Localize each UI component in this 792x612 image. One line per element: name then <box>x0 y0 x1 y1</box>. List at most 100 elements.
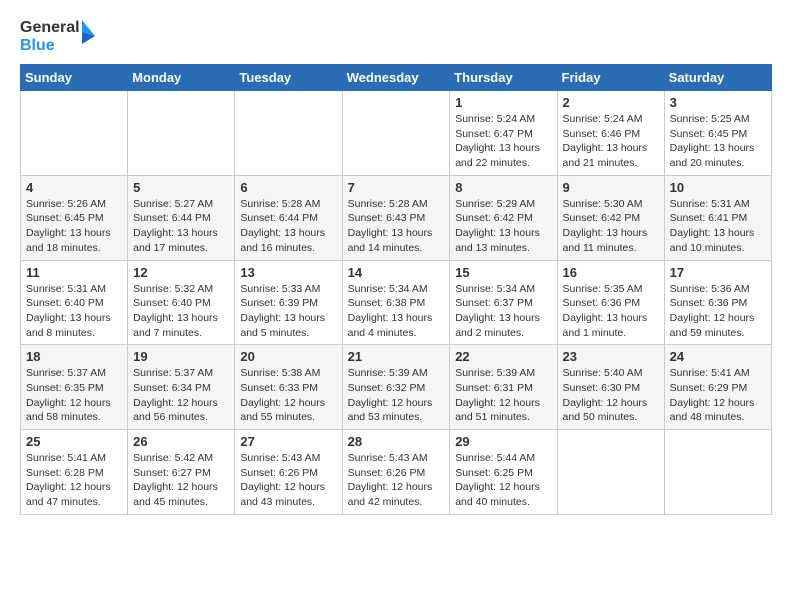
calendar-cell: 6 Sunrise: 5:28 AM Sunset: 6:44 PM Daylig… <box>235 175 342 260</box>
day-number: 18 <box>26 349 122 364</box>
calendar-cell <box>235 91 342 176</box>
calendar-cell: 4 Sunrise: 5:26 AM Sunset: 6:45 PM Daylig… <box>21 175 128 260</box>
calendar-week-1: 1Sunrise: 5:24 AM Sunset: 6:47 PM Daylig… <box>21 91 772 176</box>
weekday-header-row: SundayMondayTuesdayWednesdayThursdayFrid… <box>21 65 772 91</box>
calendar-cell: 18 Sunrise: 5:37 AM Sunset: 6:35 PM Dayli… <box>21 345 128 430</box>
calendar-cell: 20 Sunrise: 5:38 AM Sunset: 6:33 PM Dayli… <box>235 345 342 430</box>
day-detail: Sunrise: 5:34 AM Sunset: 6:37 PM Dayligh… <box>455 282 551 341</box>
day-number: 2 <box>563 95 659 110</box>
calendar-cell <box>342 91 450 176</box>
calendar-cell: 9Sunrise: 5:30 AM Sunset: 6:42 PM Daylig… <box>557 175 664 260</box>
calendar-cell <box>21 91 128 176</box>
day-detail: Sunrise: 5:39 AM Sunset: 6:32 PM Dayligh… <box>348 366 445 425</box>
calendar-cell: 24Sunrise: 5:41 AM Sunset: 6:29 PM Dayli… <box>664 345 771 430</box>
calendar-cell: 7 Sunrise: 5:28 AM Sunset: 6:43 PM Daylig… <box>342 175 450 260</box>
calendar-cell: 13Sunrise: 5:33 AM Sunset: 6:39 PM Dayli… <box>235 260 342 345</box>
day-number: 26 <box>133 434 229 449</box>
day-detail: Sunrise: 5:28 AM Sunset: 6:43 PM Dayligh… <box>348 197 445 256</box>
day-detail: Sunrise: 5:41 AM Sunset: 6:28 PM Dayligh… <box>26 451 122 510</box>
calendar-cell: 19 Sunrise: 5:37 AM Sunset: 6:34 PM Dayli… <box>128 345 235 430</box>
svg-text:General: General <box>20 19 80 36</box>
day-detail: Sunrise: 5:37 AM Sunset: 6:35 PM Dayligh… <box>26 366 122 425</box>
calendar-cell: 16 Sunrise: 5:35 AM Sunset: 6:36 PM Dayli… <box>557 260 664 345</box>
calendar-cell <box>664 430 771 515</box>
weekday-header-saturday: Saturday <box>664 65 771 91</box>
weekday-header-thursday: Thursday <box>450 65 557 91</box>
calendar-week-2: 4 Sunrise: 5:26 AM Sunset: 6:45 PM Daylig… <box>21 175 772 260</box>
calendar-cell: 3 Sunrise: 5:25 AM Sunset: 6:45 PM Daylig… <box>664 91 771 176</box>
calendar-cell: 22Sunrise: 5:39 AM Sunset: 6:31 PM Dayli… <box>450 345 557 430</box>
day-detail: Sunrise: 5:24 AM Sunset: 6:46 PM Dayligh… <box>563 112 659 171</box>
day-detail: Sunrise: 5:27 AM Sunset: 6:44 PM Dayligh… <box>133 197 229 256</box>
calendar-cell <box>128 91 235 176</box>
svg-text:Blue: Blue <box>20 37 55 54</box>
calendar-cell: 25 Sunrise: 5:41 AM Sunset: 6:28 PM Dayli… <box>21 430 128 515</box>
day-detail: Sunrise: 5:29 AM Sunset: 6:42 PM Dayligh… <box>455 197 551 256</box>
calendar-cell: 8 Sunrise: 5:29 AM Sunset: 6:42 PM Daylig… <box>450 175 557 260</box>
calendar-header: SundayMondayTuesdayWednesdayThursdayFrid… <box>21 65 772 91</box>
day-number: 6 <box>240 180 336 195</box>
calendar-body: 1Sunrise: 5:24 AM Sunset: 6:47 PM Daylig… <box>21 91 772 515</box>
logo: GeneralBlue <box>20 16 100 56</box>
day-number: 16 <box>563 265 659 280</box>
weekday-header-tuesday: Tuesday <box>235 65 342 91</box>
day-detail: Sunrise: 5:37 AM Sunset: 6:34 PM Dayligh… <box>133 366 229 425</box>
calendar-cell: 29 Sunrise: 5:44 AM Sunset: 6:25 PM Dayli… <box>450 430 557 515</box>
calendar-cell: 5 Sunrise: 5:27 AM Sunset: 6:44 PM Daylig… <box>128 175 235 260</box>
calendar-cell: 23Sunrise: 5:40 AM Sunset: 6:30 PM Dayli… <box>557 345 664 430</box>
day-detail: Sunrise: 5:38 AM Sunset: 6:33 PM Dayligh… <box>240 366 336 425</box>
day-detail: Sunrise: 5:35 AM Sunset: 6:36 PM Dayligh… <box>563 282 659 341</box>
calendar-week-4: 18 Sunrise: 5:37 AM Sunset: 6:35 PM Dayli… <box>21 345 772 430</box>
weekday-header-wednesday: Wednesday <box>342 65 450 91</box>
calendar-cell: 15 Sunrise: 5:34 AM Sunset: 6:37 PM Dayli… <box>450 260 557 345</box>
day-number: 11 <box>26 265 122 280</box>
day-detail: Sunrise: 5:31 AM Sunset: 6:40 PM Dayligh… <box>26 282 122 341</box>
day-number: 8 <box>455 180 551 195</box>
day-number: 17 <box>670 265 766 280</box>
calendar-cell <box>557 430 664 515</box>
day-detail: Sunrise: 5:26 AM Sunset: 6:45 PM Dayligh… <box>26 197 122 256</box>
calendar-cell: 28Sunrise: 5:43 AM Sunset: 6:26 PM Dayli… <box>342 430 450 515</box>
day-number: 29 <box>455 434 551 449</box>
calendar-cell: 11 Sunrise: 5:31 AM Sunset: 6:40 PM Dayli… <box>21 260 128 345</box>
calendar-week-5: 25 Sunrise: 5:41 AM Sunset: 6:28 PM Dayli… <box>21 430 772 515</box>
day-detail: Sunrise: 5:42 AM Sunset: 6:27 PM Dayligh… <box>133 451 229 510</box>
day-detail: Sunrise: 5:39 AM Sunset: 6:31 PM Dayligh… <box>455 366 551 425</box>
header: GeneralBlue <box>20 16 772 56</box>
day-number: 15 <box>455 265 551 280</box>
day-number: 4 <box>26 180 122 195</box>
calendar-cell: 2 Sunrise: 5:24 AM Sunset: 6:46 PM Daylig… <box>557 91 664 176</box>
day-number: 23 <box>563 349 659 364</box>
day-detail: Sunrise: 5:32 AM Sunset: 6:40 PM Dayligh… <box>133 282 229 341</box>
day-detail: Sunrise: 5:36 AM Sunset: 6:36 PM Dayligh… <box>670 282 766 341</box>
day-number: 10 <box>670 180 766 195</box>
day-detail: Sunrise: 5:34 AM Sunset: 6:38 PM Dayligh… <box>348 282 445 341</box>
day-detail: Sunrise: 5:28 AM Sunset: 6:44 PM Dayligh… <box>240 197 336 256</box>
day-detail: Sunrise: 5:24 AM Sunset: 6:47 PM Dayligh… <box>455 112 551 171</box>
day-detail: Sunrise: 5:43 AM Sunset: 6:26 PM Dayligh… <box>240 451 336 510</box>
day-detail: Sunrise: 5:30 AM Sunset: 6:42 PM Dayligh… <box>563 197 659 256</box>
calendar-table: SundayMondayTuesdayWednesdayThursdayFrid… <box>20 64 772 515</box>
day-number: 14 <box>348 265 445 280</box>
calendar-cell: 26 Sunrise: 5:42 AM Sunset: 6:27 PM Dayli… <box>128 430 235 515</box>
day-detail: Sunrise: 5:44 AM Sunset: 6:25 PM Dayligh… <box>455 451 551 510</box>
day-number: 20 <box>240 349 336 364</box>
calendar-cell: 10 Sunrise: 5:31 AM Sunset: 6:41 PM Dayli… <box>664 175 771 260</box>
day-number: 5 <box>133 180 229 195</box>
day-number: 12 <box>133 265 229 280</box>
calendar-cell: 21Sunrise: 5:39 AM Sunset: 6:32 PM Dayli… <box>342 345 450 430</box>
day-detail: Sunrise: 5:31 AM Sunset: 6:41 PM Dayligh… <box>670 197 766 256</box>
day-number: 27 <box>240 434 336 449</box>
day-number: 25 <box>26 434 122 449</box>
weekday-header-monday: Monday <box>128 65 235 91</box>
day-number: 13 <box>240 265 336 280</box>
calendar-cell: 27 Sunrise: 5:43 AM Sunset: 6:26 PM Dayli… <box>235 430 342 515</box>
calendar-cell: 14 Sunrise: 5:34 AM Sunset: 6:38 PM Dayli… <box>342 260 450 345</box>
day-number: 3 <box>670 95 766 110</box>
day-detail: Sunrise: 5:41 AM Sunset: 6:29 PM Dayligh… <box>670 366 766 425</box>
logo-svg: GeneralBlue <box>20 16 100 56</box>
day-detail: Sunrise: 5:43 AM Sunset: 6:26 PM Dayligh… <box>348 451 445 510</box>
day-detail: Sunrise: 5:25 AM Sunset: 6:45 PM Dayligh… <box>670 112 766 171</box>
day-number: 7 <box>348 180 445 195</box>
day-number: 19 <box>133 349 229 364</box>
